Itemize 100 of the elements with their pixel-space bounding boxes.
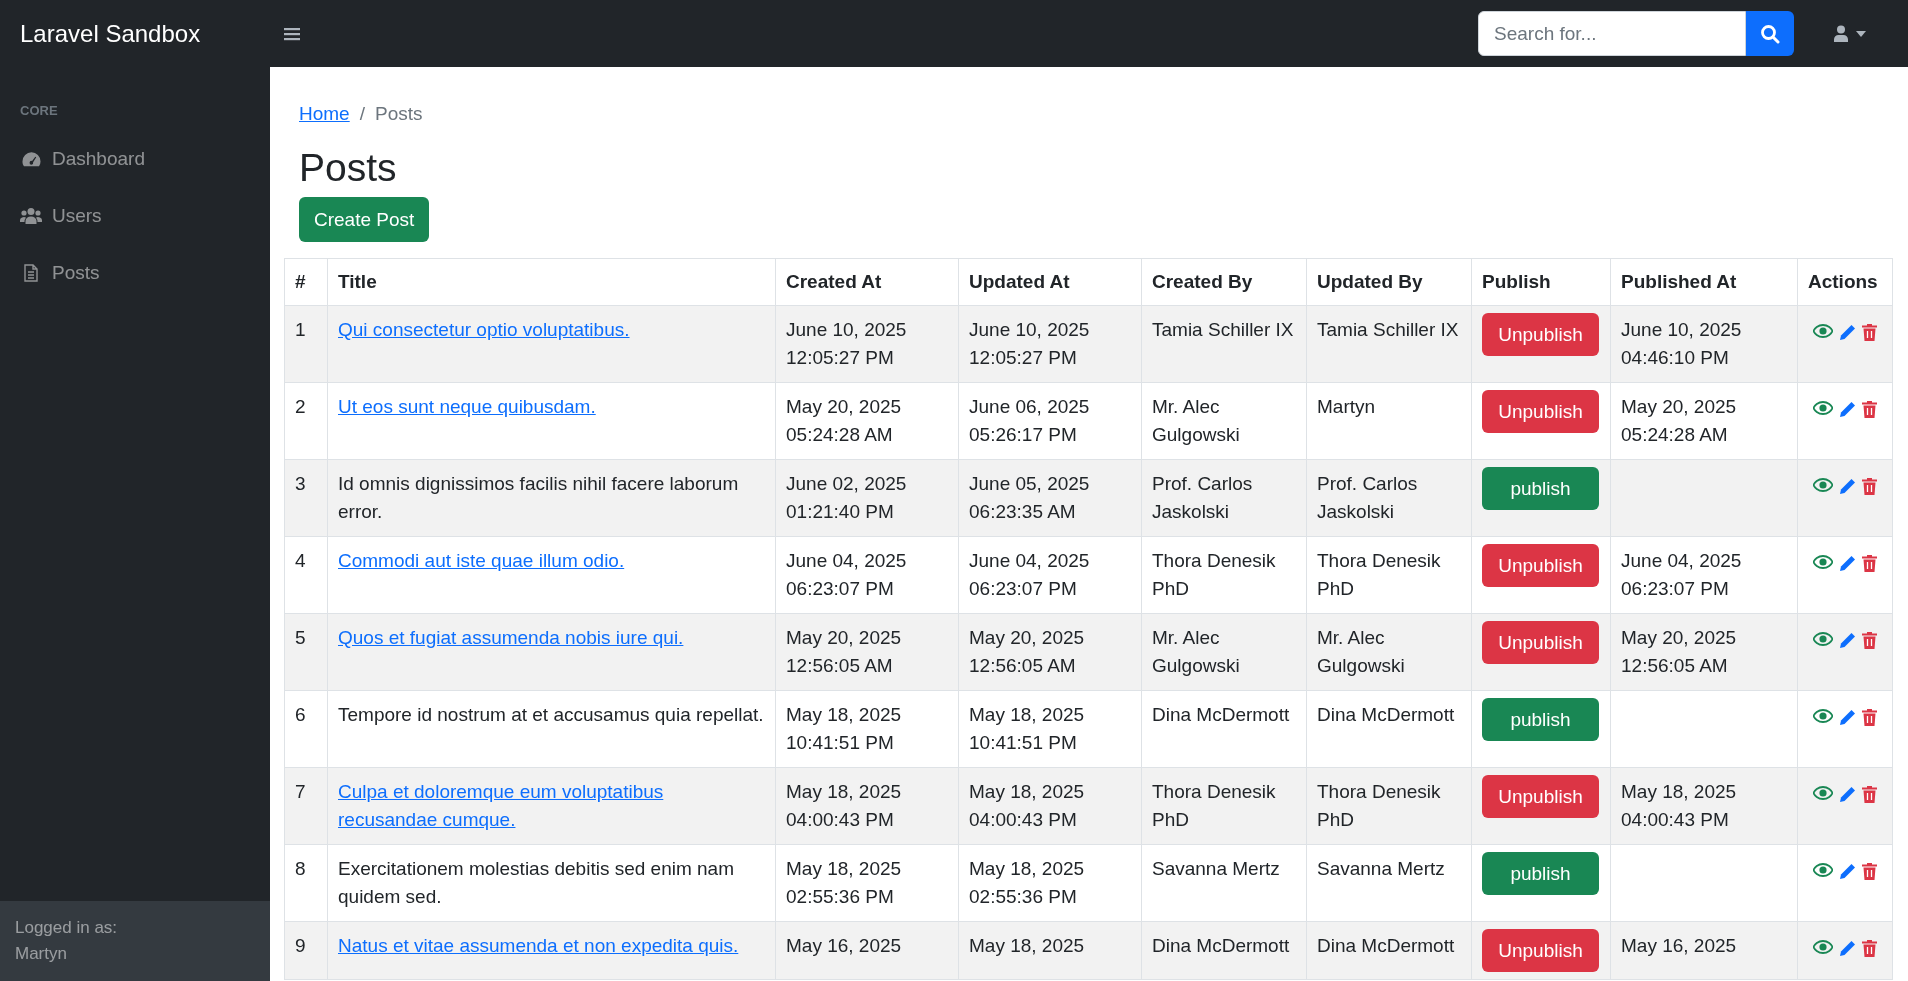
table-cell: May 18, 2025 10:41:51 PM	[775, 690, 959, 768]
publish-button[interactable]: publish	[1482, 467, 1599, 510]
eye-icon	[1813, 632, 1833, 646]
delete-button[interactable]	[1862, 555, 1877, 572]
table-cell: Exercitationem molestias debitis sed enim nam quidem sed.	[327, 844, 776, 922]
view-button[interactable]	[1813, 863, 1833, 880]
caret-icon	[1856, 30, 1866, 37]
menu-icon	[284, 26, 300, 41]
delete-button[interactable]	[1862, 709, 1877, 726]
table-cell: May 18, 2025 04:00:43 PM	[1610, 767, 1798, 845]
table-cell: Savanna Mertz	[1141, 844, 1307, 922]
table-cell: June 04, 2025 06:23:07 PM	[958, 536, 1142, 614]
nav-item[interactable]: Posts	[0, 244, 270, 301]
table-cell: Martyn	[1306, 382, 1472, 460]
table-cell: Tempore id nostrum at et accusamus quia repellat.	[327, 690, 776, 768]
pencil-icon	[1839, 324, 1856, 341]
table-cell: June 05, 2025 06:23:35 AM	[958, 459, 1142, 537]
table-cell: Tamia Schiller IX	[1306, 305, 1472, 383]
section-heading: CORE	[19, 102, 59, 120]
edit-button[interactable]	[1839, 555, 1856, 572]
unpublish-button[interactable]: Unpublish	[1482, 313, 1599, 356]
table-cell: May 20, 2025 05:24:28 AM	[1610, 382, 1798, 460]
publish-button[interactable]: publish	[1482, 852, 1599, 895]
breadcrumb-link[interactable]: Home	[299, 103, 350, 125]
column-header: Created At	[775, 258, 959, 306]
edit-button[interactable]	[1839, 709, 1856, 726]
view-button[interactable]	[1813, 940, 1833, 957]
eye-icon	[1813, 709, 1833, 723]
eye-icon	[1813, 786, 1833, 800]
table-cell: Dina McDermott	[1141, 690, 1307, 768]
table-cell: Mr. Alec Gulgowski	[1141, 382, 1307, 460]
table-cell: May 16, 2025	[1610, 921, 1798, 980]
edit-button[interactable]	[1839, 632, 1856, 649]
view-button[interactable]	[1813, 401, 1833, 418]
brand-title[interactable]: Laravel Sandbox	[0, 19, 270, 48]
table-cell: 2	[284, 382, 328, 460]
trash-icon	[1862, 555, 1877, 572]
column-header: Published At	[1610, 258, 1798, 306]
page-title: Posts	[299, 145, 398, 191]
table-cell: May 20, 2025 12:56:05 AM	[775, 613, 959, 691]
table-cell: June 02, 2025 01:21:40 PM	[775, 459, 959, 537]
pencil-icon	[1839, 863, 1856, 880]
edit-button[interactable]	[1839, 324, 1856, 341]
edit-button[interactable]	[1839, 478, 1856, 495]
unpublish-button[interactable]: Unpublish	[1482, 544, 1599, 587]
delete-button[interactable]	[1862, 940, 1877, 957]
view-button[interactable]	[1813, 555, 1833, 572]
view-button[interactable]	[1813, 324, 1833, 341]
table-cell: May 20, 2025 12:56:05 AM	[958, 613, 1142, 691]
table-cell: 7	[284, 767, 328, 845]
view-button[interactable]	[1813, 632, 1833, 649]
table-cell: Mr. Alec Gulgowski	[1306, 613, 1472, 691]
edit-button[interactable]	[1839, 786, 1856, 803]
create-post-button[interactable]: Create Post	[299, 197, 430, 242]
table-cell: 9	[284, 921, 328, 980]
table-cell: Dina McDermott	[1306, 921, 1472, 980]
table-cell: May 18, 2025 04:00:43 PM	[775, 767, 959, 845]
breadcrumb-separator: /	[359, 103, 365, 125]
unpublish-button[interactable]: Unpublish	[1482, 621, 1599, 664]
table-cell: Prof. Carlos Jaskolski	[1306, 459, 1472, 537]
table-cell: Savanna Mertz	[1306, 844, 1472, 922]
username: Martyn	[15, 943, 67, 965]
unpublish-button[interactable]: Unpublish	[1482, 775, 1599, 818]
unpublish-button[interactable]: Unpublish	[1482, 390, 1599, 433]
delete-button[interactable]	[1862, 324, 1877, 341]
delete-button[interactable]	[1862, 478, 1877, 495]
edit-button[interactable]	[1839, 940, 1856, 957]
delete-button[interactable]	[1862, 863, 1877, 880]
table-cell: June 10, 2025 12:05:27 PM	[958, 305, 1142, 383]
eye-icon	[1813, 324, 1833, 338]
nav-item[interactable]: Dashboard	[0, 130, 270, 187]
pencil-icon	[1839, 478, 1856, 495]
table-cell: Mr. Alec Gulgowski	[1141, 613, 1307, 691]
unpublish-button[interactable]: Unpublish	[1482, 929, 1599, 972]
view-button[interactable]	[1813, 478, 1833, 495]
trash-icon	[1862, 786, 1877, 803]
view-button[interactable]	[1813, 709, 1833, 726]
pencil-icon	[1839, 709, 1856, 726]
delete-button[interactable]	[1862, 401, 1877, 418]
logged-in-label: Logged in as:	[15, 917, 118, 939]
trash-icon	[1862, 401, 1877, 418]
search-icon	[1760, 23, 1780, 44]
edit-button[interactable]	[1839, 401, 1856, 418]
eye-icon	[1813, 401, 1833, 415]
table-cell: Id omnis dignissimos facilis nihil facere laborum error.	[327, 459, 776, 537]
nav-item[interactable]: Users	[0, 187, 270, 244]
table-cell: 5	[284, 613, 328, 691]
trash-icon	[1862, 863, 1877, 880]
search-button[interactable]	[1746, 11, 1794, 56]
edit-button[interactable]	[1839, 863, 1856, 880]
table-cell: Prof. Carlos Jaskolski	[1141, 459, 1307, 537]
table-cell: May 16, 2025	[775, 921, 959, 980]
view-button[interactable]	[1813, 786, 1833, 803]
delete-button[interactable]	[1862, 786, 1877, 803]
eye-icon	[1813, 863, 1833, 877]
document-icon	[24, 263, 38, 282]
pencil-icon	[1839, 401, 1856, 418]
delete-button[interactable]	[1862, 632, 1877, 649]
publish-button[interactable]: publish	[1482, 698, 1599, 741]
search-field[interactable]: Search for...	[1478, 11, 1746, 56]
